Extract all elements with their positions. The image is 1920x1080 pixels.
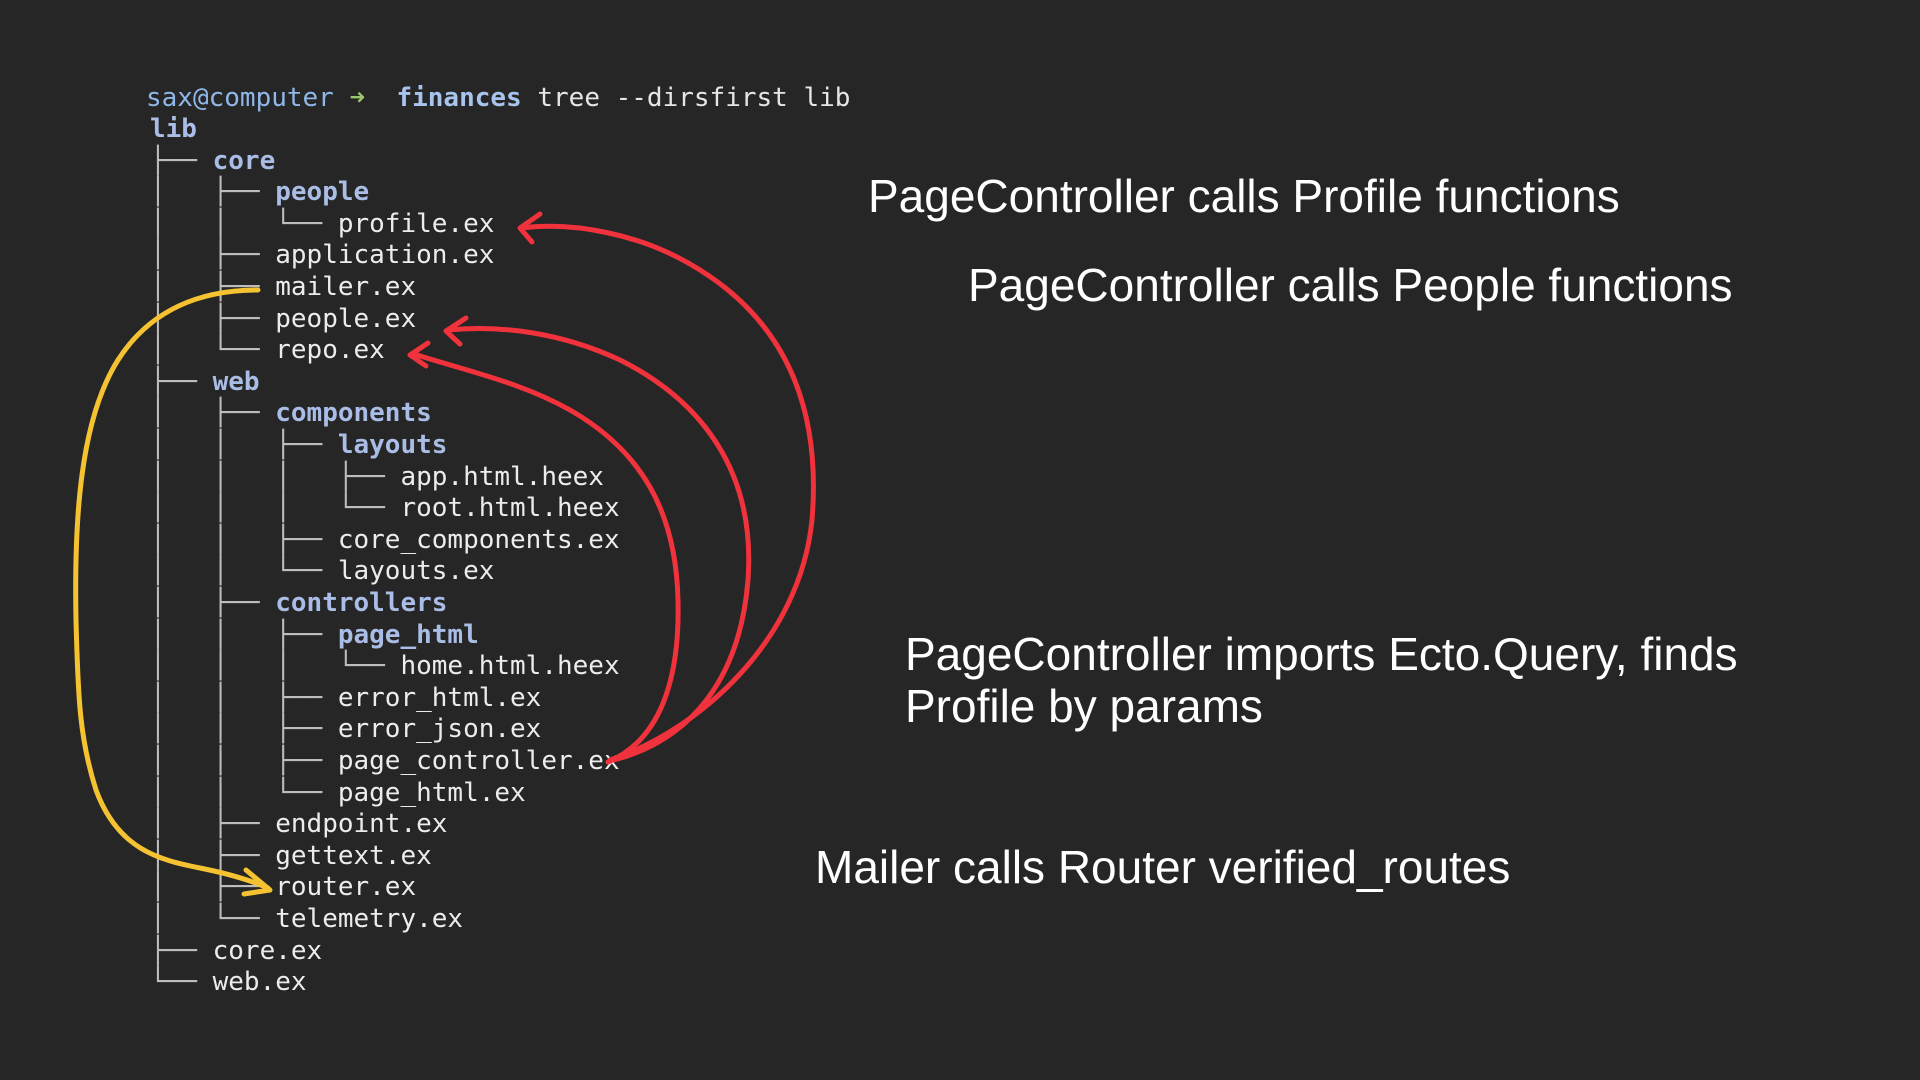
tree-line: lib [150,114,197,146]
file-name: web.ex [212,967,307,998]
tree-guide: │ ├── [150,240,276,271]
tree-line: │ │ │ ├── app.html.heex [150,462,604,494]
file-name: core_components.ex [337,524,620,555]
tree-guide: │ │ ├── [150,619,338,650]
tree-guide: │ │ └── [150,208,338,239]
tree-guide: │ │ └── [150,777,338,808]
tree-line: │ ├── application.ex [150,240,494,272]
file-name: error_json.ex [337,714,542,745]
file-name: application.ex [275,240,495,271]
tree-line: │ │ └── page_html.ex [150,778,526,810]
directory-name: web [212,366,260,397]
tree-line: ├── core.ex [150,936,322,968]
tree-guide: │ │ ├── [150,746,338,776]
tree-line: └── web.ex [150,967,307,999]
tree-line: │ ├── mailer.ex [150,272,416,304]
tree-line: │ │ │ └── home.html.heex [150,651,620,683]
tree-line: │ │ ├── error_html.ex [150,683,541,715]
tree-line: │ ├── endpoint.ex [150,809,447,841]
tree-line: │ │ ├── layouts [150,430,447,462]
file-name: app.html.heex [400,461,604,492]
file-name: endpoint.ex [275,809,448,840]
file-name: people.ex [275,303,417,334]
file-name: gettext.ex [275,840,432,871]
tree-guide: │ ├── [150,809,276,840]
tree-line: │ │ ├── core_components.ex [150,525,620,557]
file-name: page_controller.ex [337,746,620,776]
tree-guide: │ │ ├── [150,682,338,713]
tree-line: │ │ │ └── root.html.heex [150,493,620,525]
file-name: root.html.heex [400,493,620,524]
tree-guide: ├── [150,145,213,176]
tree-guide: │ │ ├── [150,714,338,745]
directory-name: lib [150,114,197,144]
tree-guide: │ │ └── [150,556,338,587]
prompt-arrow-icon: ➜ [349,83,366,113]
tree-line: │ │ ├── page_controller.ex [150,746,620,778]
file-name: home.html.heex [400,651,620,682]
tree-guide: ├── [150,366,213,397]
file-name: error_html.ex [337,682,542,713]
tree-line: │ ├── people.ex [150,304,416,336]
file-name: page_html.ex [337,777,526,808]
tree-guide: │ ├── [150,272,276,302]
tree-line: ├── web [150,367,260,399]
file-name: profile.ex [337,208,495,239]
tree-line: │ │ ├── page_html [150,620,479,652]
prompt-command: tree --dirsfirst lib [537,83,851,113]
tree-line: │ ├── gettext.ex [150,841,432,873]
prompt-user: sax@computer [146,83,334,113]
annotation-ecto-query: PageController imports Ecto.Query, finds… [905,628,1738,732]
tree-guide: │ ├── [150,303,276,334]
directory-name: layouts [337,430,448,460]
tree-line: │ ├── router.ex [150,872,416,904]
tree-guide: │ │ │ └── [150,493,401,524]
directory-name: page_html [337,619,479,650]
tree-guide: └── [150,967,213,998]
tree-line: │ │ ├── error_json.ex [150,714,541,746]
file-name: router.ex [275,872,417,903]
prompt-cwd: finances [396,83,522,113]
slide: sax@computer ➜ finances tree --dirsfirst… [0,0,1920,1080]
annotation-profile-calls: PageController calls Profile functions [868,170,1620,222]
tree-guide: │ │ │ └── [150,651,401,682]
tree-guide: │ ├── [150,840,276,871]
directory-name: controllers [275,588,448,618]
directory-name: components [275,398,432,429]
file-name: telemetry.ex [275,904,464,934]
annotation-people-calls: PageController calls People functions [968,259,1733,311]
arrowhead-profile [517,211,543,245]
tree-guide: │ │ │ ├── [150,461,401,492]
annotation-mailer-router: Mailer calls Router verified_routes [815,841,1511,893]
file-name: core.ex [212,935,323,966]
file-name: repo.ex [275,335,385,366]
tree-guide: │ │ ├── [150,430,338,460]
tree-guide: │ ├── [150,872,276,903]
tree-guide: │ ├── [150,177,276,208]
terminal-prompt: sax@computer ➜ finances tree --dirsfirst… [146,83,850,115]
tree-line: ├── core [150,146,275,178]
tree-guide: │ └── [150,335,276,366]
file-name: mailer.ex [275,272,417,302]
directory-name: core [212,145,276,176]
tree-line: │ │ └── profile.ex [150,209,494,241]
file-name: layouts.ex [337,556,495,587]
tree-guide: │ └── [150,904,276,934]
tree-guide: │ ├── [150,588,276,618]
tree-guide: │ │ ├── [150,524,338,555]
arrowhead-repo [407,340,431,369]
tree-line: │ ├── components [150,398,432,430]
tree-guide: │ ├── [150,398,276,429]
tree-line: │ └── telemetry.ex [150,904,463,936]
tree-guide: ├── [150,935,213,966]
arrowhead-people [443,315,469,347]
tree-line: │ │ └── layouts.ex [150,556,494,588]
tree-line: │ └── repo.ex [150,335,385,367]
tree-line: │ ├── people [150,177,369,209]
directory-name: people [275,177,370,208]
tree-line: │ ├── controllers [150,588,447,620]
